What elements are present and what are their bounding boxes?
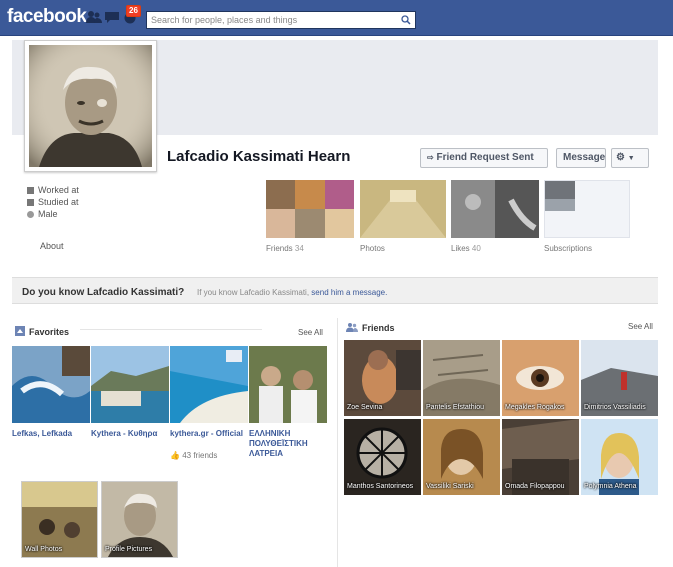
subscriptions-tile[interactable] [544, 180, 630, 238]
profile-picture[interactable] [24, 40, 157, 172]
message-button[interactable]: Message [556, 148, 606, 168]
friends-tile-label[interactable]: Friends 34 [266, 244, 304, 253]
friend-name: Zoe Sevina [347, 404, 383, 411]
favorites-icon [15, 326, 25, 338]
portrait-image [29, 45, 152, 167]
friend-card[interactable]: Omada Filopappou [502, 419, 579, 495]
info-work: Worked at [27, 184, 79, 196]
friends-tile[interactable] [266, 180, 354, 238]
friend-card[interactable]: Pantelis Efstathiou [423, 340, 500, 416]
favorites-divider [80, 329, 262, 330]
subscriptions-tile-label[interactable]: Subscriptions [544, 244, 592, 253]
briefcase-icon [27, 186, 34, 194]
favorite-item[interactable] [170, 346, 248, 423]
know-banner-title: Do you know Lafcadio Kassimati? [22, 287, 185, 298]
notification-badge: 26 [126, 5, 141, 17]
favorite-friends-count: 👍 43 friends [170, 451, 218, 460]
do-you-know-banner: Do you know Lafcadio Kassimati? If you k… [12, 277, 658, 304]
favorites-header: Favorites [15, 326, 69, 338]
friend-requests-icon[interactable] [86, 10, 102, 24]
likes-tile[interactable] [451, 180, 539, 238]
album-label: Wall Photos [25, 546, 63, 553]
column-divider [337, 318, 338, 567]
graduation-cap-icon [27, 198, 34, 206]
like-icon: 👍 [170, 451, 180, 460]
friend-request-sent-button[interactable]: ⇨ Friend Request Sent [420, 148, 548, 168]
friend-card[interactable]: Vassiliki Sariski [423, 419, 500, 495]
likes-tile-label[interactable]: Likes 40 [451, 244, 481, 253]
friend-card[interactable]: Polymnia Athena [581, 419, 658, 495]
about-link[interactable]: About [40, 241, 64, 251]
know-banner-text: If you know Lafcadio Kassimati, send him… [197, 288, 388, 297]
friend-name: Omada Filopappou [505, 483, 565, 490]
settings-dropdown[interactable]: ⚙ ▼ [611, 148, 649, 168]
top-bar: facebook 26 [0, 0, 673, 36]
profile-name: Lafcadio Kassimati Hearn [167, 148, 351, 165]
friend-name: Megakles Rogakos [505, 404, 565, 411]
friend-name: Vassiliki Sariski [426, 483, 474, 490]
friend-card[interactable]: Zoe Sevina [344, 340, 421, 416]
friend-card[interactable]: Dimitrios Vassiliadis [581, 340, 658, 416]
person-icon [27, 210, 34, 218]
friend-request-label: Friend Request Sent [436, 152, 534, 163]
photos-tile-label[interactable]: Photos [360, 244, 385, 253]
album-label: Profile Pictures [105, 546, 153, 553]
gear-icon: ⚙ [616, 152, 625, 163]
photos-tile[interactable] [360, 180, 446, 238]
search-box [146, 11, 416, 29]
friends-icon [346, 322, 358, 334]
profile-info: Worked at Studied at Male [27, 184, 79, 220]
info-education: Studied at [27, 196, 79, 208]
add-friend-icon: ⇨ [427, 153, 434, 162]
favorite-item[interactable] [12, 346, 90, 423]
facebook-logo[interactable]: facebook [7, 6, 87, 28]
favorite-item[interactable] [249, 346, 327, 423]
send-message-link[interactable]: send him a message. [311, 288, 387, 297]
favorite-item[interactable] [91, 346, 169, 423]
friend-name: Polymnia Athena [584, 483, 637, 490]
search-icon[interactable] [401, 15, 411, 28]
chevron-down-icon: ▼ [627, 155, 635, 162]
friend-card[interactable]: Megakles Rogakos [502, 340, 579, 416]
friend-card[interactable]: Manthos Santorineos [344, 419, 421, 495]
favorite-label[interactable]: ΕΛΛΗΝΙΚΗ ΠΟΛΥΘΕΪΣΤΙΚΗ ΛΑΤΡΕΙΑ [249, 429, 329, 459]
favorite-label[interactable]: Lefkas, Lefkada [12, 429, 72, 439]
info-gender: Male [27, 208, 79, 220]
favorite-label[interactable]: kythera.gr - Official [170, 429, 243, 439]
friend-name: Manthos Santorineos [347, 483, 414, 490]
friends-header: Friends [346, 322, 395, 334]
album-wall-photos[interactable]: Wall Photos [21, 481, 98, 558]
favorite-label[interactable]: Kythera - Κυθηρα [91, 429, 157, 439]
favorites-see-all-link[interactable]: See All [298, 328, 323, 337]
friend-name: Pantelis Efstathiou [426, 404, 484, 411]
messages-icon[interactable] [104, 10, 120, 24]
search-input[interactable] [147, 12, 392, 28]
friends-see-all-link[interactable]: See All [628, 322, 653, 331]
album-profile-pictures[interactable]: Profile Pictures [101, 481, 178, 558]
friend-name: Dimitrios Vassiliadis [584, 404, 646, 411]
